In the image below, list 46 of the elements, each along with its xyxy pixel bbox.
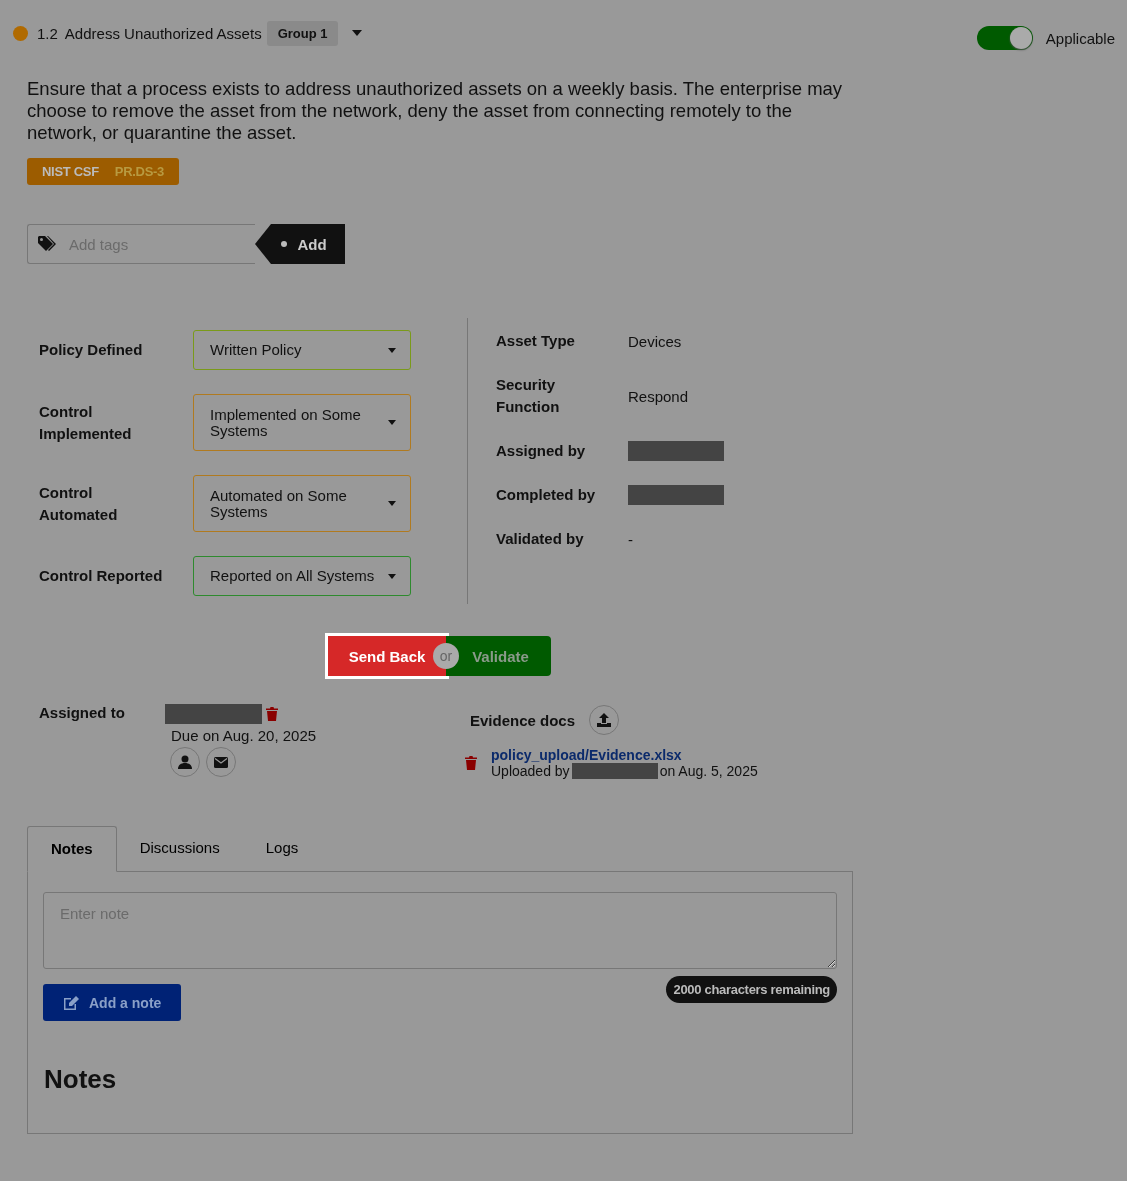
upload-info: Uploaded by [491,763,570,779]
due-date: Due on Aug. 20, 2025 [171,727,317,744]
group-badge: Group 1 [266,20,339,46]
toggle-label: Applicable [1045,29,1115,47]
detail-value: Devices [628,332,682,350]
tab[interactable]: Logs [242,825,322,871]
caret-icon [388,420,396,425]
select-dropdown[interactable]: Implemented on Some Systems [193,394,411,451]
evidence-label: Evidence docs [470,711,576,729]
field-label: Control Automated [39,482,119,525]
select-dropdown[interactable]: Written Policy [193,330,411,370]
detail-label: Asset Type [496,331,576,351]
character-counter: 2000 characters remaining [666,976,837,1003]
detail-label: Assigned by [496,441,587,461]
upload-date: on Aug. 5, 2025 [659,763,758,779]
notes-heading: Notes [44,1064,118,1095]
control-title: Address Unauthorized Assets [64,24,262,42]
select-dropdown[interactable]: Reported on All Systems [193,556,411,596]
tab[interactable]: Discussions [116,825,243,871]
status-dot [13,25,28,41]
trash-icon[interactable] [465,756,477,770]
select-dropdown[interactable]: Automated on Some Systems [193,475,411,532]
assigned-label: Assigned to [39,704,126,723]
field-label: Policy Defined [39,340,144,360]
add-note-button[interactable]: Add a note [43,984,182,1021]
file-link[interactable]: policy_upload/Evidence.xlsx [491,747,682,763]
tags-icon [38,236,58,252]
caret-icon [388,347,396,353]
control-number: 1.2 [37,24,58,42]
caret-icon[interactable] [352,30,363,36]
trash-icon[interactable] [266,707,278,721]
add-tag-button[interactable]: Add [255,224,345,264]
field-label: Control Reported [39,566,164,586]
detail-label: Security Function [496,375,561,417]
caret-icon [388,501,396,506]
detail-label: Validated by [496,529,585,549]
field-label: Control Implemented [39,401,133,444]
edit-icon [63,995,79,1010]
control-description: Ensure that a process exists to address unauthorized assets on a weekly basis. The enterprise may choose to remove the asset from the network, deny the asset from connecting remotely to the network, or quarantine the asset. [27,78,844,144]
tab[interactable]: Notes [27,826,117,872]
detail-value: Respond [628,387,689,405]
caret-icon [388,573,396,579]
framework-badge: NIST CSF PR.DS-3 [27,158,180,185]
detail-label: Completed by [496,485,597,505]
detail-value: - [628,530,633,548]
applicable-toggle[interactable] [976,26,1033,50]
